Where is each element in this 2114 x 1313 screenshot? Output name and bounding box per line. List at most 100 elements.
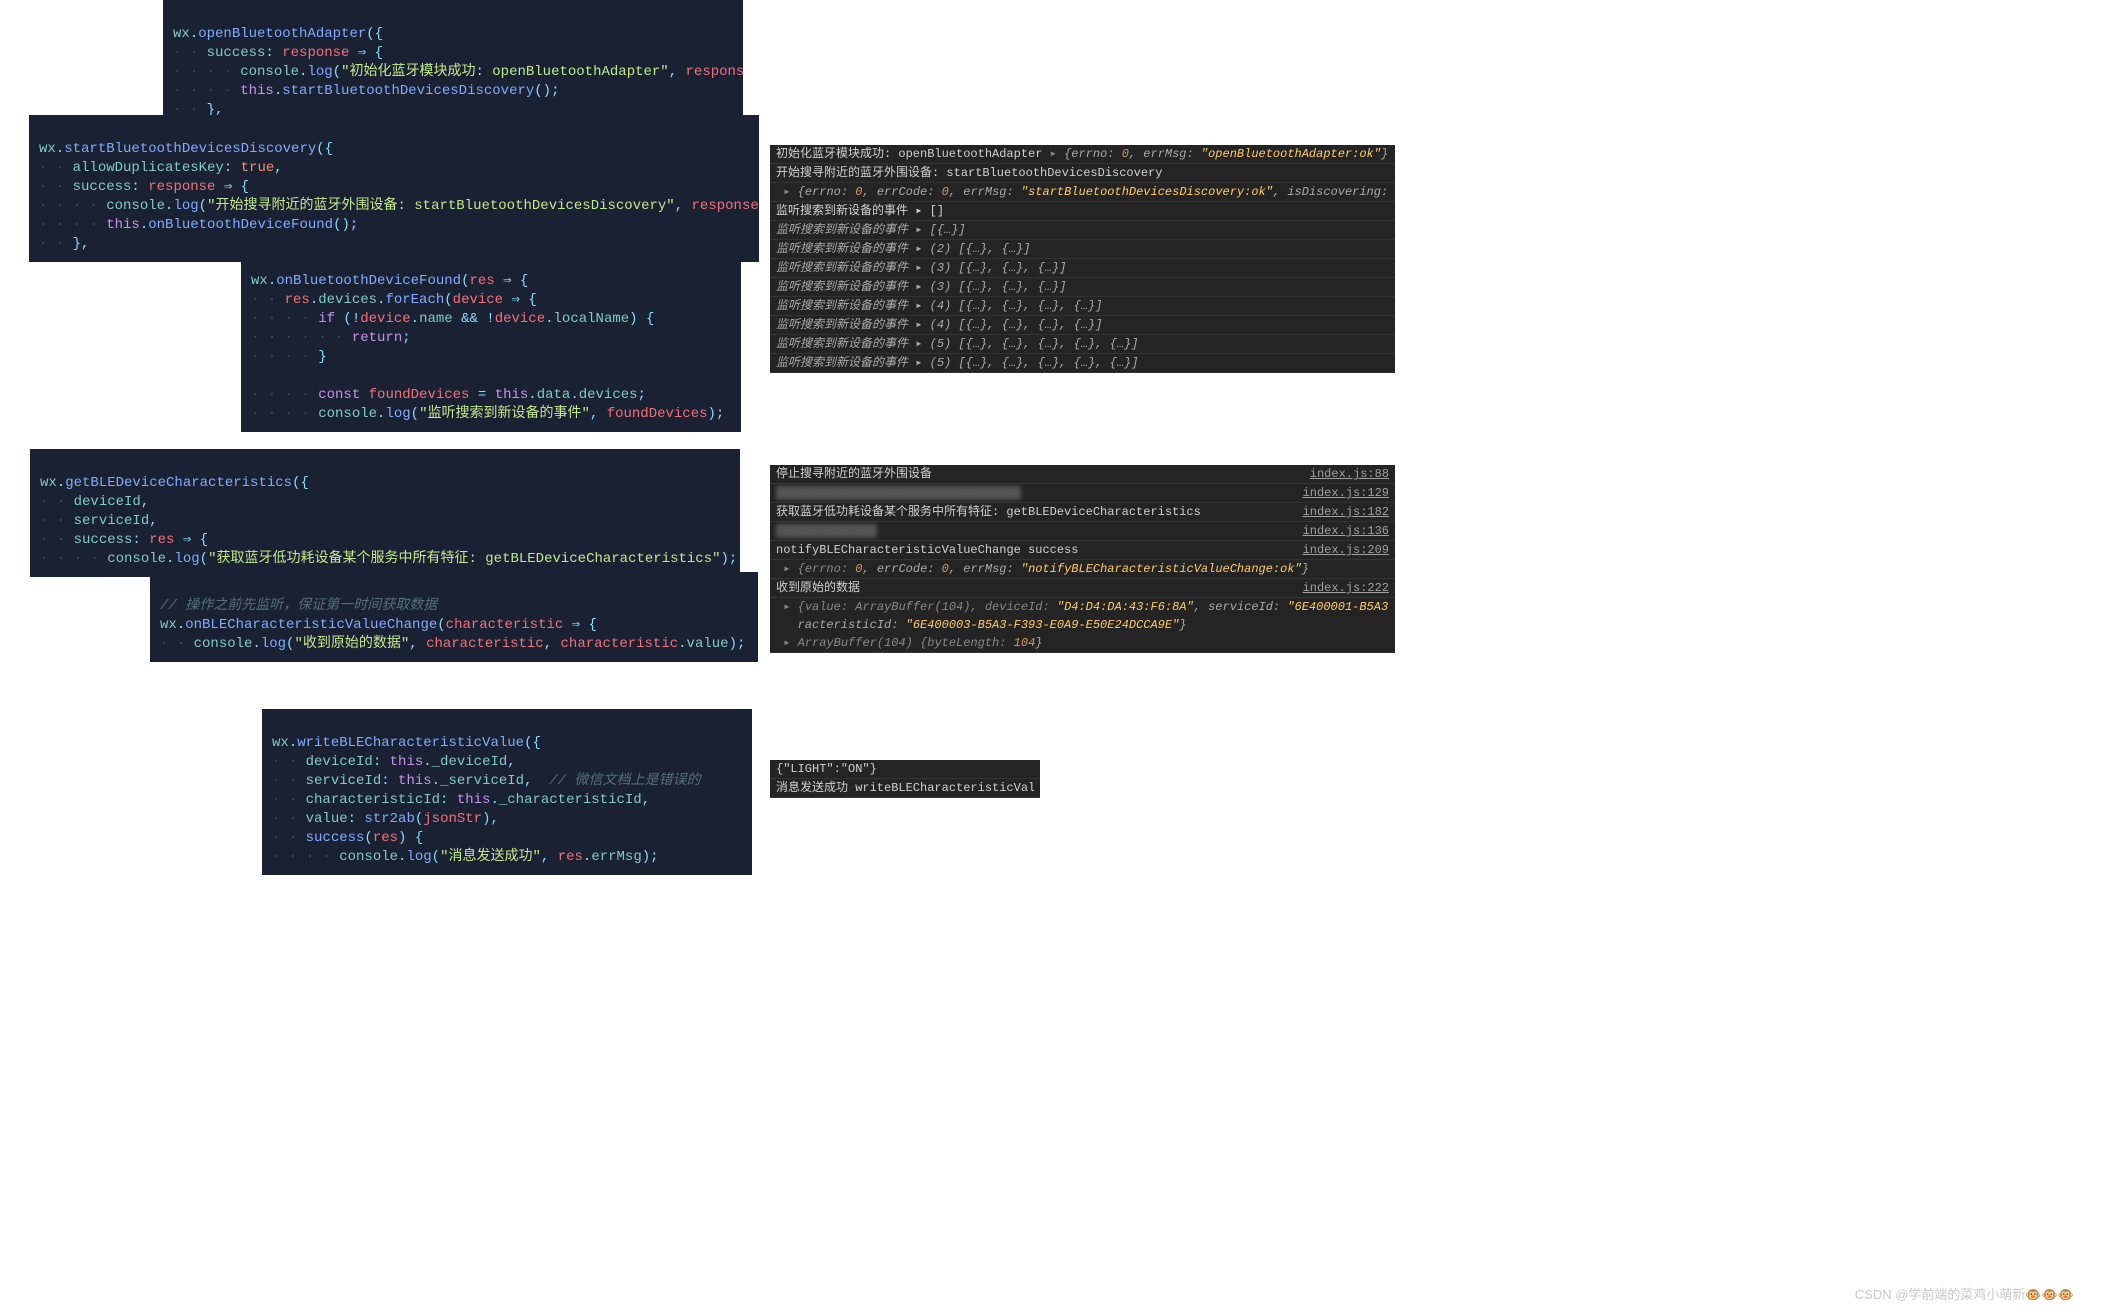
- t: ⇒ {: [174, 532, 208, 548]
- log-row: ▸ ArrayBuffer(104) {byteLength: 104}: [770, 634, 1395, 653]
- t: log: [307, 64, 332, 80]
- t: .: [570, 387, 578, 403]
- t: =: [469, 387, 494, 403]
- t: 监听搜索到新设备的事件 ▸ (5) [{…}, {…}, {…}, {…}, {…: [776, 337, 1138, 351]
- t: characteristic: [426, 636, 544, 652]
- t: (: [364, 830, 372, 846]
- t: jsonStr: [423, 811, 482, 827]
- log-row: 监听搜索到新设备的事件 ▸ (2) [{…}, {…}]: [770, 240, 1395, 259]
- log-row: 监听搜索到新设备的事件 ▸ []: [770, 202, 1395, 221]
- t: ({: [366, 26, 383, 42]
- log-row: 监听搜索到新设备的事件 ▸ (5) [{…}, {…}, {…}, {…}, {…: [770, 354, 1395, 373]
- t: success: [74, 532, 133, 548]
- t: _serviceId: [440, 773, 524, 789]
- t: device: [495, 311, 545, 327]
- t: · ·: [272, 830, 306, 846]
- t: 监听搜索到新设备的事件 ▸ [{…}]: [776, 223, 966, 237]
- t: · ·: [160, 636, 194, 652]
- t: ,: [524, 773, 549, 789]
- t: success: [306, 830, 365, 846]
- t: wx: [272, 735, 289, 751]
- t: (: [333, 64, 341, 80]
- t: ();: [534, 83, 559, 99]
- t: · ·: [40, 513, 74, 529]
- t: .: [423, 754, 431, 770]
- t: ),: [482, 811, 499, 827]
- watermark: CSDN @学前端的菜鸡小萌新🐵🐵🐵: [1855, 1284, 2074, 1303]
- source-link[interactable]: index.js:182: [1303, 503, 1389, 521]
- t: this: [240, 83, 274, 99]
- source-link[interactable]: index.js:88: [1310, 465, 1389, 483]
- t: this: [390, 754, 424, 770]
- t: .: [57, 475, 65, 491]
- t: ({: [524, 735, 541, 751]
- t: 监听搜索到新设备的事件 ▸ []: [776, 204, 944, 218]
- log-row: 收到原始的数据index.js:222: [770, 579, 1395, 598]
- t: value: [306, 811, 348, 827]
- t: 监听搜索到新设备的事件 ▸ (2) [{…}, {…}]: [776, 242, 1030, 256]
- t: 监听搜索到新设备的事件 ▸ (3) [{…}, {…}, {…}]: [776, 280, 1066, 294]
- log-row: ▸ {value: ArrayBuffer(104), deviceId: "D…: [770, 598, 1395, 616]
- t: console: [194, 636, 253, 652]
- t: devices: [579, 387, 638, 403]
- log-row: 监听搜索到新设备的事件 ▸ (3) [{…}, {…}, {…}]: [770, 259, 1395, 278]
- source-link[interactable]: index.js:129: [1303, 484, 1389, 502]
- t: 监听搜索到新设备的事件 ▸ (3) [{…}, {…}, {…}]: [776, 261, 1066, 275]
- t: "获取蓝牙低功耗设备某个服务中所有特征: getBLEDeviceCharact…: [208, 551, 720, 567]
- t: · · · ·: [39, 217, 106, 233]
- t: response: [282, 45, 349, 61]
- t: success: [207, 45, 266, 61]
- t: getBLEDeviceCharacteristics: [65, 475, 292, 491]
- t: ⇒ {: [503, 292, 537, 308]
- t: this: [457, 792, 491, 808]
- t: ,: [675, 198, 692, 214]
- t: name: [419, 311, 453, 327]
- redacted-text: ██████████████████████████████████: [776, 484, 1295, 502]
- t: forEach: [385, 292, 444, 308]
- t: · · · ·: [251, 311, 318, 327]
- t: · · · ·: [272, 849, 339, 865]
- log-row: 初始化蓝牙模块成功: openBluetoothAdapter ▸ {errno…: [770, 145, 1395, 164]
- page: wx.openBluetoothAdapter({ · · success: r…: [0, 0, 2114, 1313]
- log-row: {"LIGHT":"ON"}: [770, 760, 1040, 779]
- t: characteristicId: [306, 792, 440, 808]
- t: :: [373, 754, 390, 770]
- t: ) {: [398, 830, 423, 846]
- t: .: [545, 311, 553, 327]
- t: .: [56, 141, 64, 157]
- t: · ·: [39, 236, 73, 252]
- t: 初始化蓝牙模块成功: openBluetoothAdapter: [776, 147, 1050, 161]
- t: );: [729, 636, 746, 652]
- t: if: [318, 311, 335, 327]
- t: · ·: [40, 532, 74, 548]
- t: · ·: [272, 773, 306, 789]
- log-row: 监听搜索到新设备的事件 ▸ [{…}]: [770, 221, 1395, 240]
- t: :: [224, 160, 241, 176]
- t: ;: [402, 330, 410, 346]
- chevron-right-icon: ▸ ArrayBuffer(104) {byteLength:: [776, 636, 1014, 650]
- code-block-3: wx.onBluetoothDeviceFound(res ⇒ { · · re…: [241, 247, 741, 432]
- t: · ·: [272, 754, 306, 770]
- t: .: [190, 26, 198, 42]
- t: "监听搜索到新设备的事件": [419, 406, 590, 422]
- t: wx: [39, 141, 56, 157]
- t: .: [274, 83, 282, 99]
- log-row: 监听搜索到新设备的事件 ▸ (4) [{…}, {…}, {…}, {…}]: [770, 316, 1395, 335]
- t: openBluetoothAdapter: [198, 26, 366, 42]
- t: data: [537, 387, 571, 403]
- t: console: [240, 64, 299, 80]
- t: ⇒ {: [495, 273, 529, 289]
- t: _characteristicId: [499, 792, 642, 808]
- source-link[interactable]: index.js:136: [1303, 522, 1389, 540]
- t: ,: [590, 406, 607, 422]
- t: · · · ·: [251, 387, 318, 403]
- t: .: [490, 792, 498, 808]
- t: .: [177, 617, 185, 633]
- log-row: 消息发送成功 writeBLECharacteristicValue:ok: [770, 779, 1040, 798]
- t: ,: [541, 849, 558, 865]
- source-link[interactable]: index.js:222: [1303, 579, 1389, 597]
- source-link[interactable]: index.js:209: [1303, 541, 1389, 559]
- code-block-5: // 操作之前先监听，保证第一时间获取数据 wx.onBLECharacteri…: [150, 572, 758, 662]
- console-output-1: 初始化蓝牙模块成功: openBluetoothAdapter ▸ {errno…: [770, 145, 1395, 373]
- log-row: ██████████████index.js:136: [770, 522, 1395, 541]
